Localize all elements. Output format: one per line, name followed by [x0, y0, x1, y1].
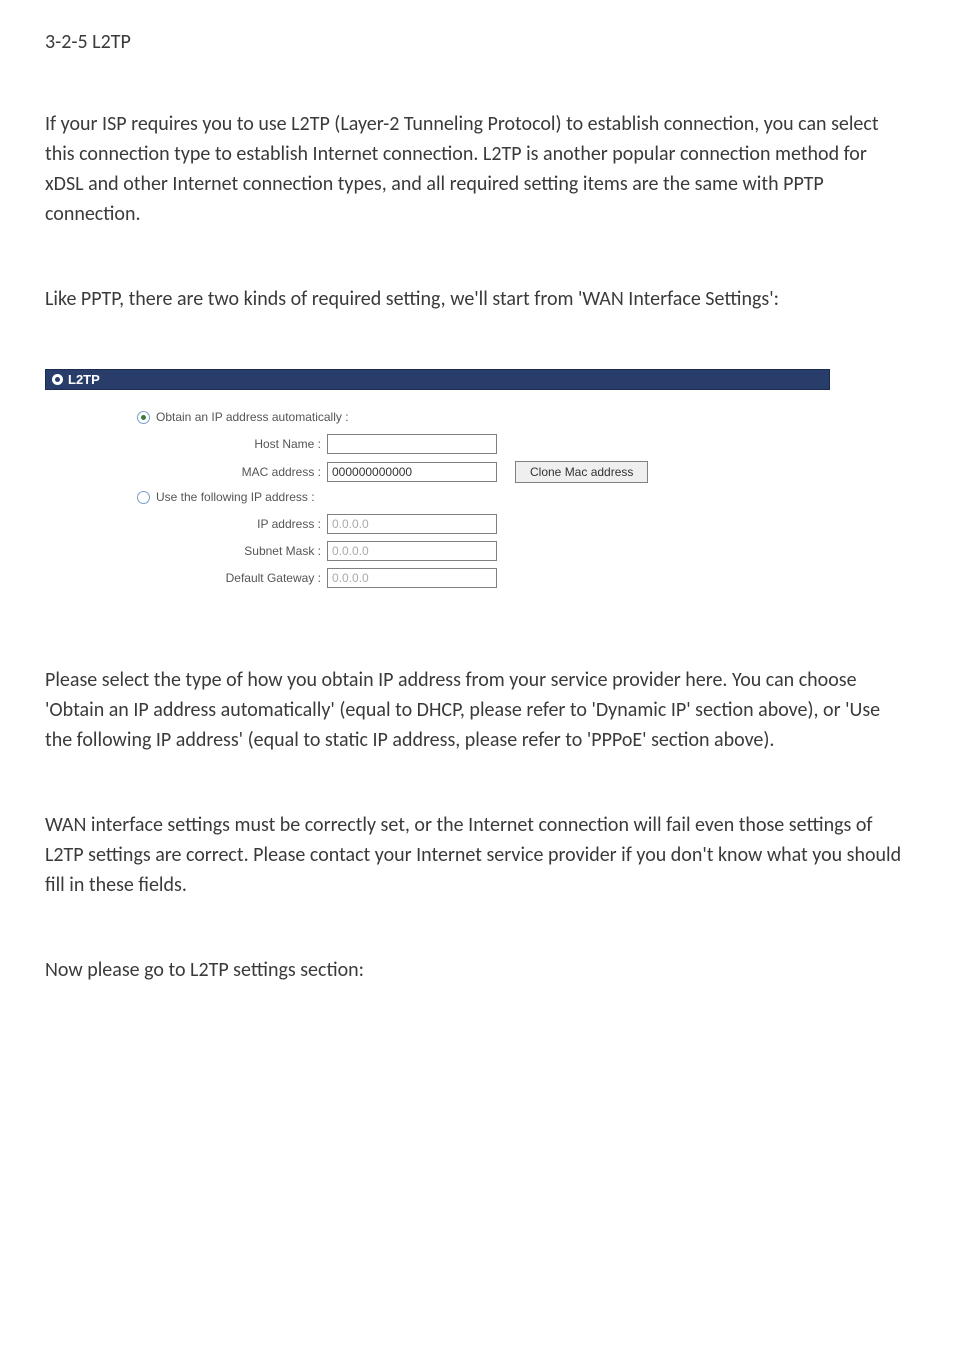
clone-mac-button[interactable]: Clone Mac address — [515, 461, 648, 483]
paragraph-3: Please select the type of how you obtain… — [45, 665, 909, 755]
panel-body: Obtain an IP address automatically : Hos… — [45, 390, 830, 610]
section-title: 3-2-5 L2TP — [45, 30, 909, 54]
radio-use-following[interactable] — [137, 491, 150, 504]
panel-header: L2TP — [45, 369, 830, 390]
subnet-label: Subnet Mask : — [55, 544, 327, 558]
subnet-input[interactable] — [327, 541, 497, 561]
panel-title: L2TP — [68, 372, 100, 387]
ip-input[interactable] — [327, 514, 497, 534]
gateway-input[interactable] — [327, 568, 497, 588]
row-gateway: Default Gateway : — [55, 568, 820, 588]
paragraph-2: Like PPTP, there are two kinds of requir… — [45, 284, 909, 314]
hostname-label: Host Name : — [55, 437, 327, 451]
paragraph-5: Now please go to L2TP settings section: — [45, 955, 909, 985]
ip-label: IP address : — [55, 517, 327, 531]
radio-row-use-following[interactable]: Use the following IP address : — [55, 490, 820, 504]
l2tp-settings-screenshot: L2TP Obtain an IP address automatically … — [45, 369, 830, 610]
mac-input[interactable] — [327, 462, 497, 482]
paragraph-4: WAN interface settings must be correctly… — [45, 810, 909, 900]
radio-row-obtain-auto[interactable]: Obtain an IP address automatically : — [55, 410, 820, 424]
radio-obtain-auto-label: Obtain an IP address automatically : — [156, 410, 349, 424]
row-ip: IP address : — [55, 514, 820, 534]
mac-label: MAC address : — [55, 465, 327, 479]
row-mac: MAC address : Clone Mac address — [55, 461, 820, 483]
hostname-input[interactable] — [327, 434, 497, 454]
radio-use-following-label: Use the following IP address : — [156, 490, 315, 504]
paragraph-1: If your ISP requires you to use L2TP (La… — [45, 109, 909, 229]
row-subnet: Subnet Mask : — [55, 541, 820, 561]
gear-icon — [52, 374, 63, 385]
row-hostname: Host Name : — [55, 434, 820, 454]
gateway-label: Default Gateway : — [55, 571, 327, 585]
radio-obtain-auto[interactable] — [137, 411, 150, 424]
